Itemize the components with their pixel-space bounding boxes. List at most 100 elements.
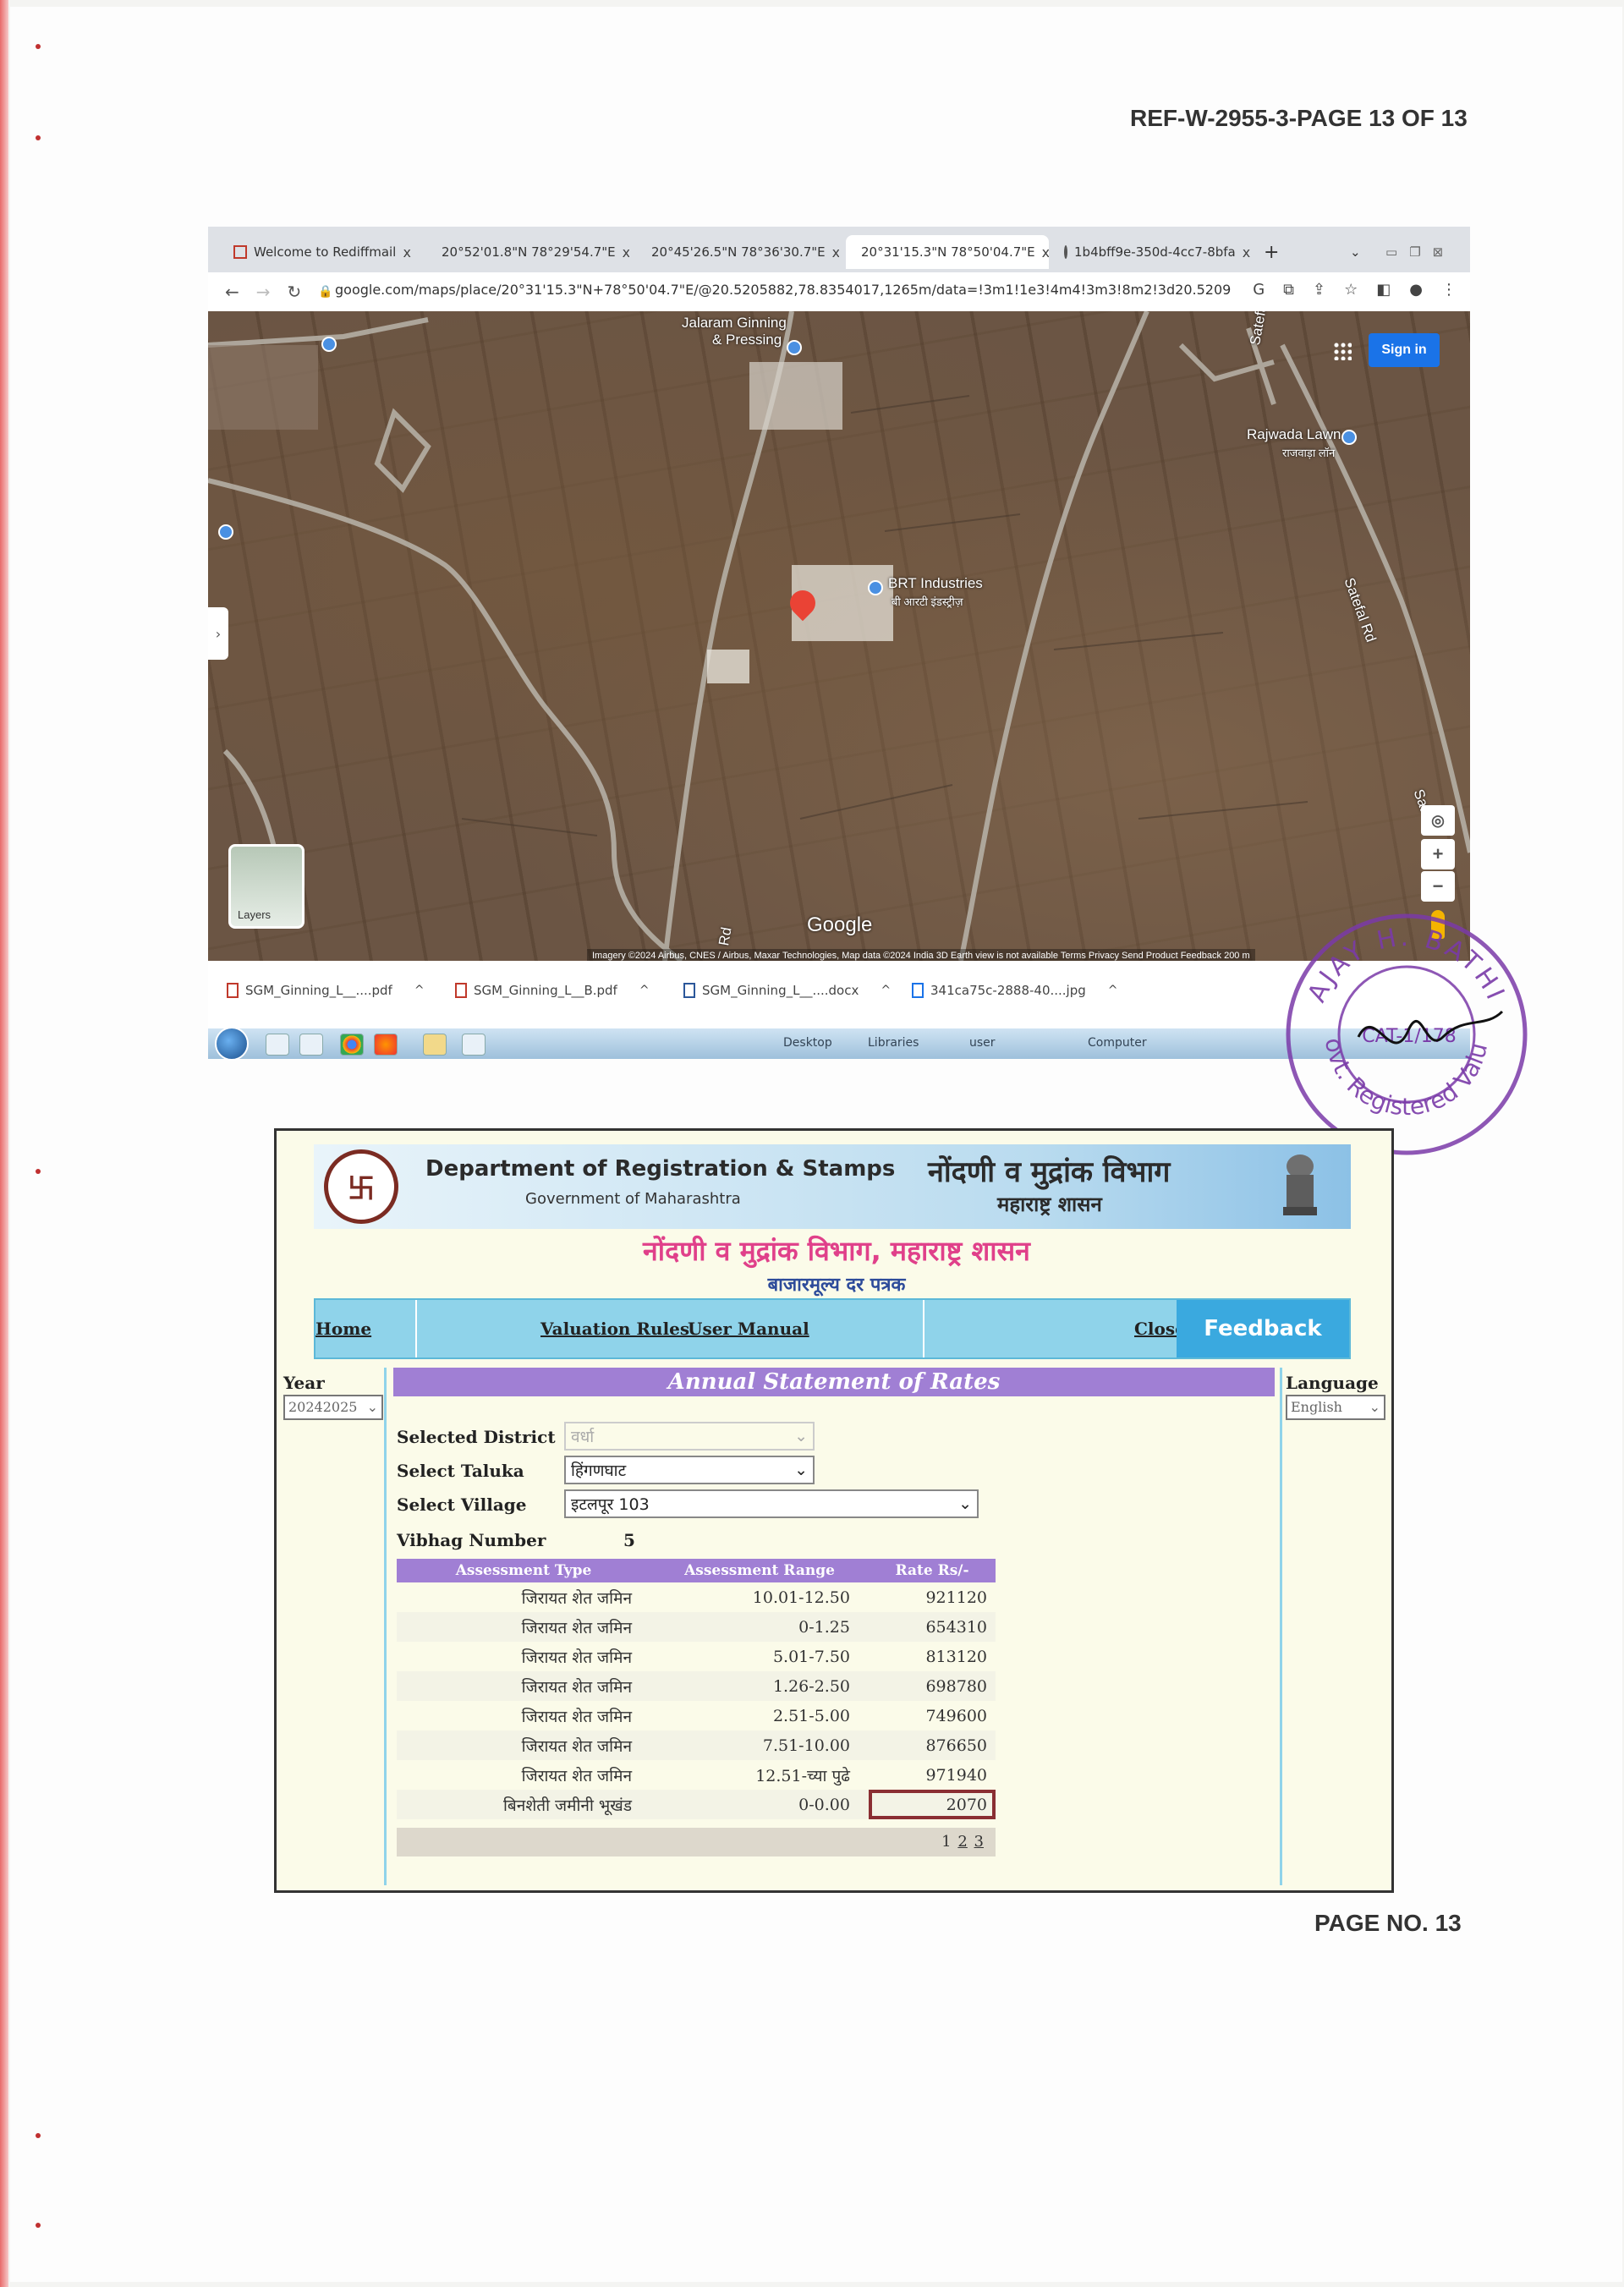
portal-title: नोंदणी व मुद्रांक विभाग, महाराष्ट्र शासन <box>643 1235 1030 1267</box>
chevron-down-icon: ⌄ <box>794 1427 808 1445</box>
assessment-type: जिरायत शेत जमिन <box>521 1766 632 1785</box>
map-label: Rajwada Lawn <box>1247 426 1341 442</box>
taskbar-computer[interactable]: Computer <box>1088 1036 1147 1050</box>
apps-grid-icon[interactable] <box>1333 342 1352 360</box>
close-window-icon[interactable]: ⊠ <box>1433 244 1444 260</box>
zoom-in-button[interactable]: + <box>1421 839 1455 869</box>
minimize-icon[interactable]: ▭ <box>1385 244 1397 260</box>
forward-icon[interactable]: → <box>256 282 271 302</box>
nav-valuation-rules[interactable]: Valuation Rules <box>540 1319 689 1339</box>
tab-file[interactable]: 1b4bff9e-350d-4cc7-8bfa x <box>1056 235 1250 269</box>
poi-marker-icon[interactable] <box>787 340 802 355</box>
vibhag-label: Vibhag Number <box>397 1530 546 1550</box>
collapse-panel-button[interactable]: › <box>208 607 228 660</box>
start-button[interactable] <box>215 1027 249 1061</box>
district-value: वर्धा <box>571 1428 595 1446</box>
restore-icon[interactable]: ❐ <box>1409 244 1420 260</box>
reload-icon[interactable]: ↻ <box>288 282 302 302</box>
layers-button[interactable]: Layers <box>228 844 304 929</box>
chevron-down-icon: ⌄ <box>958 1495 972 1513</box>
download-item[interactable]: SGM_Ginning_L__B.pdf ^ <box>455 983 650 998</box>
window-controls[interactable]: ▭ ❐ ⊠ <box>1377 235 1462 269</box>
chevron-down-icon[interactable]: ⌄ <box>1341 235 1367 269</box>
table-row: जिरायत शेत जमिन 10.01-12.50 921120 <box>397 1582 996 1612</box>
chevron-up-icon[interactable]: ^ <box>881 984 891 997</box>
nav-divider <box>923 1300 924 1357</box>
media-icon[interactable] <box>299 1034 323 1056</box>
assessment-range: 12.51-च्या पुढे <box>755 1766 850 1785</box>
chevron-down-icon: ⌄ <box>366 1399 378 1415</box>
taskbar-libraries[interactable]: Libraries <box>868 1036 919 1050</box>
assessment-range: 0-0.00 <box>650 1790 869 1819</box>
close-icon[interactable]: x <box>832 244 839 261</box>
ie-icon[interactable] <box>266 1034 289 1056</box>
new-tab-button[interactable]: + <box>1255 235 1289 269</box>
page-link-3[interactable]: 3 <box>974 1833 984 1851</box>
satellite-map[interactable]: Jalaram Ginning & Pressing BRT Industrie… <box>208 311 1470 961</box>
tab-label: 20°52'01.8"N 78°29'54.7"E <box>442 244 616 260</box>
download-name: 341ca75c-2888-40....jpg <box>930 983 1086 998</box>
column-header: Assessment Range <box>650 1559 869 1582</box>
assessment-type: जिरायत शेत जमिन <box>521 1588 632 1608</box>
folder-icon[interactable] <box>423 1034 447 1056</box>
poi-marker-icon[interactable] <box>321 337 337 352</box>
assessment-type: जिरायत शेत जमिन <box>397 1612 650 1642</box>
tab-rediffmail[interactable]: Welcome to Rediffmail x <box>225 235 420 269</box>
nav-home[interactable]: Home <box>315 1319 371 1339</box>
chevron-up-icon[interactable]: ^ <box>639 984 650 997</box>
side-panel-icon[interactable]: ◧ <box>1376 281 1391 299</box>
poi-marker-icon[interactable] <box>868 580 883 595</box>
page-edge <box>0 0 8 2287</box>
url-field[interactable]: google.com/maps/place/20°31'15.3"N+78°50… <box>335 282 1232 298</box>
poi-marker-icon[interactable] <box>1341 430 1357 445</box>
zoom-out-button[interactable]: − <box>1421 871 1455 902</box>
chrome-icon[interactable] <box>340 1034 364 1056</box>
page-link-2[interactable]: 2 <box>957 1833 967 1851</box>
assessment-type: जिरायत शेत जमिन <box>397 1671 650 1701</box>
language-value: English <box>1291 1399 1342 1415</box>
language-select[interactable]: English ⌄ <box>1286 1395 1385 1420</box>
profile-icon[interactable]: ● <box>1409 281 1423 299</box>
download-item[interactable]: 341ca75c-2888-40....jpg ^ <box>912 983 1118 998</box>
poi-marker-icon[interactable] <box>218 524 233 540</box>
download-item[interactable]: SGM_Ginning_L__....pdf ^ <box>227 983 425 998</box>
chevron-up-icon[interactable]: ^ <box>1108 984 1118 997</box>
village-select[interactable]: इटलपूर 103 ⌄ <box>564 1489 979 1518</box>
windows-taskbar: Desktop Libraries user Computer <box>208 1027 1470 1061</box>
doc-file-icon <box>683 983 695 998</box>
close-icon[interactable]: x <box>1243 244 1250 261</box>
map-label: बी आरटी इंडस्ट्रीज़ <box>892 595 963 608</box>
taskbar-user[interactable]: user <box>969 1036 996 1050</box>
department-logo: 卐 <box>324 1149 398 1224</box>
firefox-icon[interactable] <box>374 1034 398 1056</box>
google-icon[interactable]: G <box>1253 281 1265 299</box>
close-icon[interactable]: x <box>1042 244 1049 261</box>
browser-screenshot: Welcome to Rediffmail x 20°52'01.8"N 78°… <box>208 227 1470 1061</box>
top-nav: Home Valuation Rules User Manual Close F… <box>314 1298 1351 1359</box>
road-label: Rd <box>716 925 735 947</box>
tab-map-1[interactable]: 20°52'01.8"N 78°29'54.7"E x <box>426 235 629 269</box>
translate-icon[interactable]: ⧉ <box>1283 281 1294 299</box>
close-icon[interactable]: x <box>623 244 629 261</box>
rate-value: 876650 <box>869 1730 996 1760</box>
valuer-stamp: AJAY H. BATHI Govt. Registered Valuer CA… <box>1282 910 1528 1155</box>
column-header: Rate Rs/- <box>869 1559 996 1582</box>
my-location-icon[interactable]: ◎ <box>1421 805 1455 836</box>
download-item[interactable]: SGM_Ginning_L__....docx ^ <box>683 983 891 998</box>
nav-user-manual[interactable]: User Manual <box>688 1319 809 1339</box>
menu-dots-icon[interactable]: ⋮ <box>1441 281 1457 299</box>
share-icon[interactable]: ⇪ <box>1313 281 1325 299</box>
back-icon[interactable]: ← <box>225 282 239 302</box>
sign-in-button[interactable]: Sign in <box>1369 333 1440 367</box>
chevron-up-icon[interactable]: ^ <box>414 984 425 997</box>
app-icon[interactable] <box>462 1034 486 1056</box>
taskbar-desktop[interactable]: Desktop <box>783 1036 832 1050</box>
feedback-button[interactable]: Feedback <box>1177 1300 1349 1357</box>
close-icon[interactable]: x <box>403 244 411 261</box>
layers-label: Layers <box>238 908 272 921</box>
tab-map-3[interactable]: 20°31'15.3"N 78°50'04.7"E x <box>846 235 1049 269</box>
bookmark-star-icon[interactable]: ☆ <box>1344 281 1358 299</box>
year-select[interactable]: 20242025 ⌄ <box>283 1395 383 1420</box>
taluka-select[interactable]: हिंगणघाट ⌄ <box>564 1456 815 1484</box>
tab-map-2[interactable]: 20°45'26.5"N 78°36'30.7"E x <box>636 235 839 269</box>
